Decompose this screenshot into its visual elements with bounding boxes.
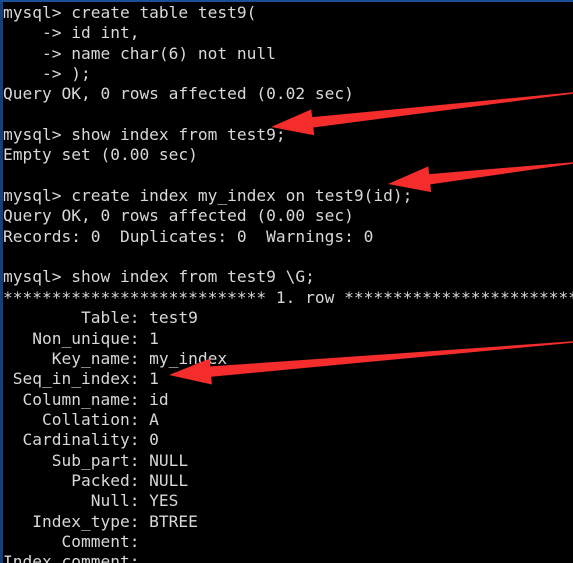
window-border-top <box>0 0 573 2</box>
console-output[interactable]: mysql> create table test9( -> id int, ->… <box>3 3 573 563</box>
terminal-window[interactable]: mysql> create table test9( -> id int, ->… <box>0 0 573 563</box>
